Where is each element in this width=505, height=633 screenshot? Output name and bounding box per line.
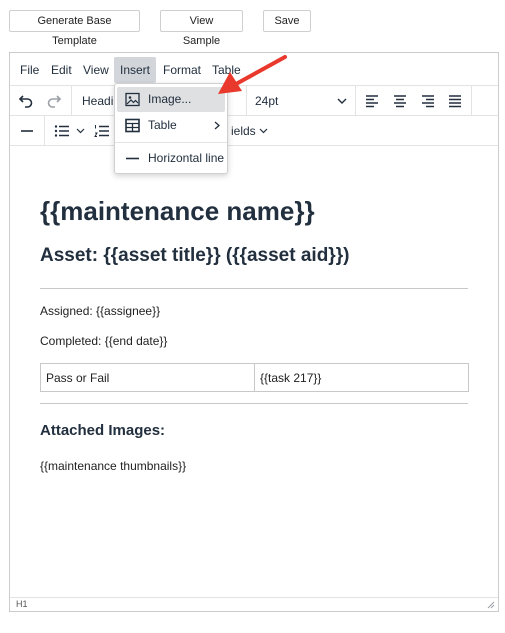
annotation-arrow	[218, 55, 287, 94]
